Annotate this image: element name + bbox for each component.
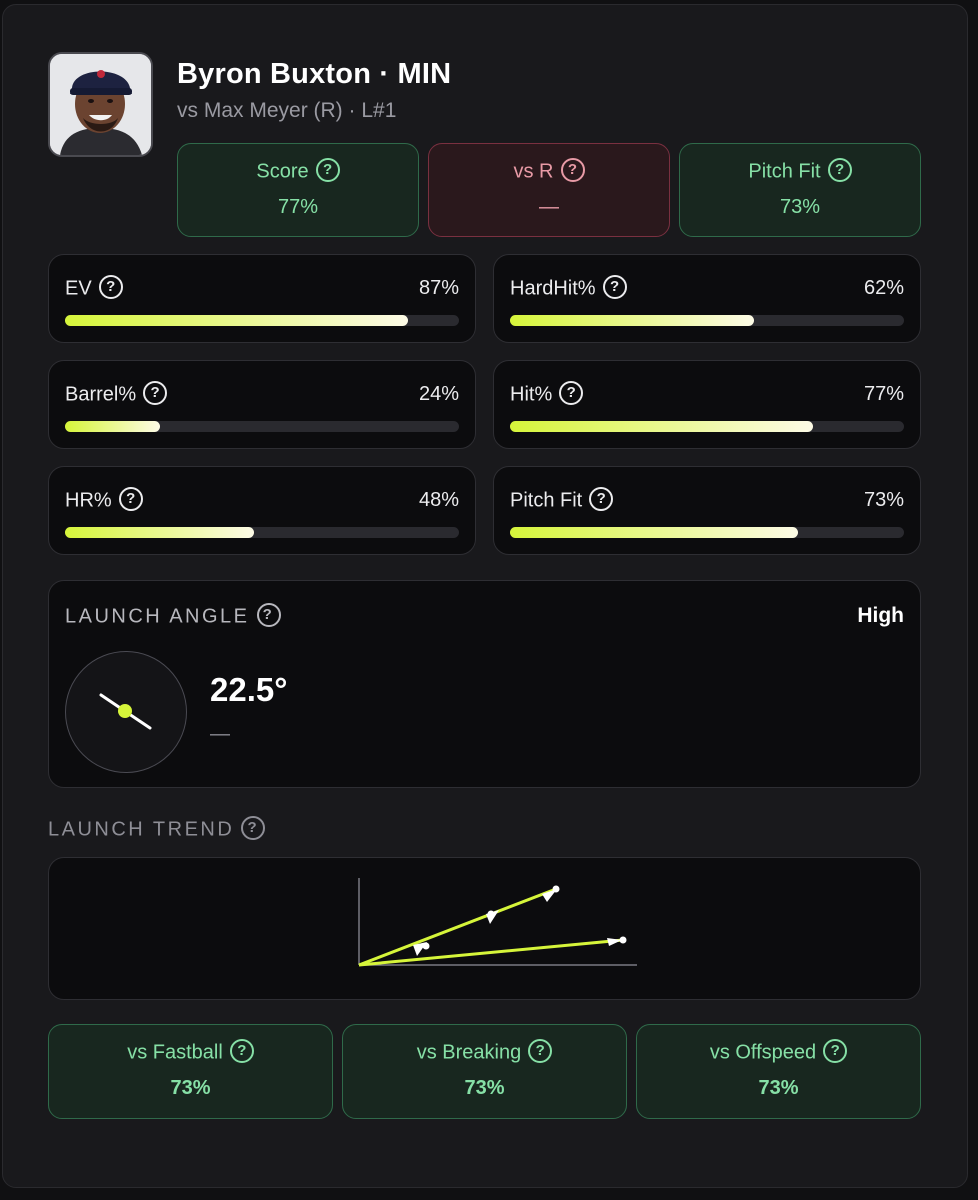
vs-hand-pill[interactable]: vs R? — <box>428 143 670 237</box>
vs-offspeed-card[interactable]: vs Offspeed? 73% <box>636 1024 921 1119</box>
launch-angle-card: LAUNCH ANGLE? High 22.5° — <box>48 580 921 788</box>
stat-label: HR% <box>65 489 112 512</box>
stat-bar-fill <box>65 421 160 432</box>
stat-card-pitch-fit[interactable]: Pitch Fit? 73% <box>493 466 921 555</box>
help-icon[interactable]: ? <box>823 1039 848 1063</box>
vs-fastball-value: 73% <box>170 1077 211 1099</box>
pitch-fit-pill[interactable]: Pitch Fit? 73% <box>679 143 921 237</box>
launch-angle-dial <box>65 651 187 773</box>
launch-trend-card <box>48 857 921 1000</box>
stat-card-hr[interactable]: HR%? 48% <box>48 466 476 555</box>
launch-trend-plot <box>358 878 637 967</box>
help-icon[interactable]: ? <box>559 381 584 405</box>
stat-card-hardhit[interactable]: HardHit%? 62% <box>493 254 921 343</box>
stat-label: Barrel% <box>65 383 137 406</box>
help-icon[interactable]: ? <box>315 158 340 182</box>
trend-line-upper <box>358 887 557 967</box>
launch-angle-subvalue: — <box>210 723 230 745</box>
score-pill[interactable]: Score? 77% <box>177 143 419 237</box>
stat-card-barrel[interactable]: Barrel%? 24% <box>48 360 476 449</box>
pitch-fit-label: Pitch Fit <box>748 160 821 183</box>
stat-label: HardHit% <box>510 277 596 300</box>
stat-bar-fill <box>65 315 408 326</box>
stat-bar-track <box>65 421 459 432</box>
vs-fastball-label: vs Fastball <box>127 1041 223 1064</box>
vs-breaking-value: 73% <box>464 1077 505 1099</box>
launch-angle-level: High <box>857 604 904 627</box>
launch-angle-value: 22.5° <box>210 671 288 708</box>
trend-point <box>422 942 430 950</box>
vs-offspeed-label: vs Offspeed <box>709 1041 817 1064</box>
vs-fastball-card[interactable]: vs Fastball? 73% <box>48 1024 333 1119</box>
stat-value: 77% <box>863 383 904 405</box>
launch-trend-title: LAUNCH TREND <box>48 818 235 841</box>
stat-bar-fill <box>510 315 755 326</box>
stat-value: 62% <box>863 277 904 299</box>
stat-value: 87% <box>418 277 459 299</box>
help-icon[interactable]: ? <box>256 603 281 627</box>
vs-breaking-label: vs Breaking <box>416 1041 522 1064</box>
stat-label: Hit% <box>510 383 553 406</box>
stat-bar-fill <box>510 527 798 538</box>
help-icon[interactable]: ? <box>589 487 614 511</box>
help-icon[interactable]: ? <box>241 816 266 840</box>
help-icon[interactable]: ? <box>528 1039 553 1063</box>
vs-breaking-card[interactable]: vs Breaking? 73% <box>342 1024 627 1119</box>
vs-hand-label: vs R <box>513 160 554 183</box>
trend-point <box>552 885 560 893</box>
score-label: Score <box>256 160 309 183</box>
help-icon[interactable]: ? <box>229 1039 254 1063</box>
stat-label: EV <box>65 277 92 300</box>
stat-bar-track <box>65 527 459 538</box>
vs-hand-value: — <box>539 196 559 218</box>
stat-value: 24% <box>418 383 459 405</box>
pitch-fit-value: 73% <box>779 196 821 218</box>
help-icon[interactable]: ? <box>118 487 143 511</box>
help-icon[interactable]: ? <box>143 381 168 405</box>
player-headshot-icon <box>50 54 151 155</box>
stat-label: Pitch Fit <box>510 489 583 512</box>
trend-point <box>487 910 495 918</box>
stat-bar-fill <box>65 527 255 538</box>
matchup-subtitle: vs Max Meyer (R) · L#1 <box>177 99 397 122</box>
player-avatar <box>48 52 153 157</box>
stat-card-ev[interactable]: EV? 87% <box>48 254 476 343</box>
stat-bar-track <box>510 421 904 432</box>
score-value: 77% <box>277 196 319 218</box>
trend-line-lower <box>358 938 624 967</box>
stat-value: 73% <box>863 489 904 511</box>
stat-value: 48% <box>418 489 459 511</box>
help-icon[interactable]: ? <box>602 275 627 299</box>
launch-angle-needle-icon <box>99 693 152 730</box>
stat-bar-track <box>510 527 904 538</box>
stat-card-hit[interactable]: Hit%? 77% <box>493 360 921 449</box>
help-icon[interactable]: ? <box>560 158 585 182</box>
stat-bar-track <box>510 315 904 326</box>
stat-bar-fill <box>510 421 814 432</box>
help-icon[interactable]: ? <box>98 275 123 299</box>
vs-offspeed-value: 73% <box>758 1077 799 1099</box>
help-icon[interactable]: ? <box>827 158 852 182</box>
player-name: Byron Buxton · MIN <box>177 58 452 90</box>
launch-angle-title: LAUNCH ANGLE <box>65 605 250 628</box>
trend-point <box>619 936 627 944</box>
stat-bar-track <box>65 315 459 326</box>
